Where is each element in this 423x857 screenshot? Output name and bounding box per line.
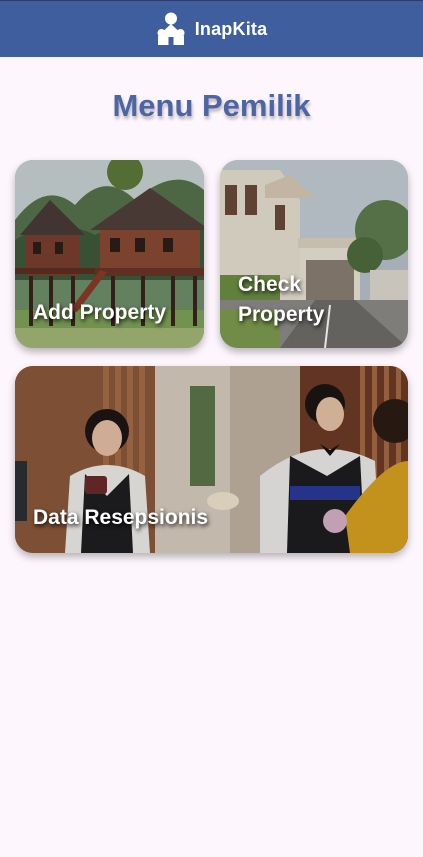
check-property-card[interactable]: Check Property — [220, 160, 408, 348]
house-person-icon — [157, 12, 185, 45]
check-property-label: Check Property — [238, 273, 325, 326]
page-title: Menu Pemilik — [112, 88, 311, 123]
add-property-card[interactable]: Add Property — [15, 160, 204, 348]
data-resepsionis-label: Data Resepsionis — [33, 506, 209, 529]
data-resepsionis-card[interactable]: Data Resepsionis — [15, 366, 408, 553]
brand: InapKita — [156, 12, 268, 46]
app-bar: InapKita — [0, 0, 423, 57]
app-name: InapKita — [194, 18, 268, 39]
add-property-label: Add Property — [33, 301, 167, 324]
